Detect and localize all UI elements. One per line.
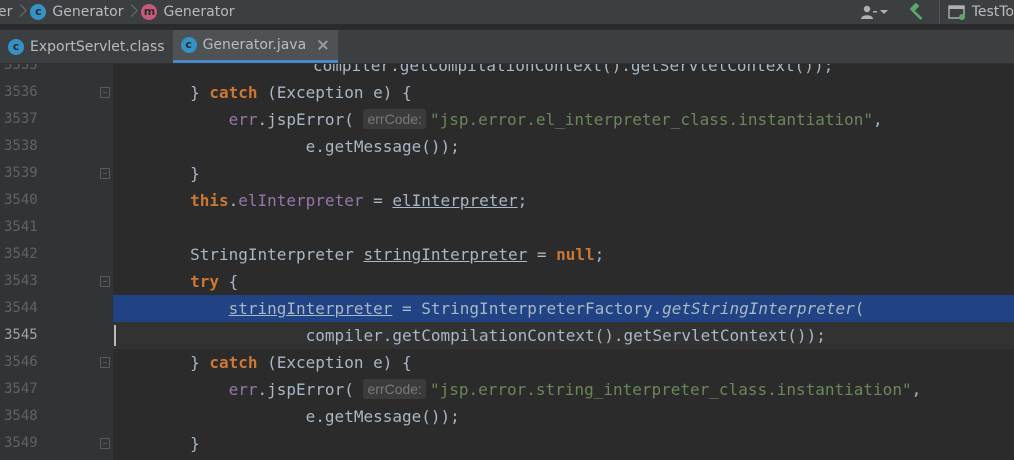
class-icon: c <box>8 38 24 55</box>
chevron-down-icon <box>880 10 889 14</box>
line-number: 3538 <box>4 138 38 154</box>
code-line[interactable]: 3539 } <box>0 160 1014 187</box>
fold-marker-icon[interactable] <box>100 276 110 287</box>
code-line[interactable]: 3538 e.getMessage()); <box>0 133 1014 160</box>
code-text: compiler.getCompilationContext().getServ… <box>113 322 1014 349</box>
breadcrumb-label: Generator <box>52 4 124 20</box>
toolbar-right: TestTo <box>855 0 1014 24</box>
code-line[interactable]: 3547 err.jspError( errCode: "jsp.error.st… <box>0 376 1014 403</box>
code-line-selected[interactable]: 3544 stringInterpreter = StringInterpret… <box>0 295 1014 322</box>
line-number: 3535 <box>4 64 38 73</box>
code-line[interactable]: 3546 } catch (Exception e) { <box>0 349 1014 376</box>
fold-marker-icon[interactable] <box>100 87 110 98</box>
code-text: err.jspError( errCode: "jsp.error.string_… <box>228 379 922 399</box>
line-number: 3539 <box>4 165 38 181</box>
code-editor[interactable]: 3535 compiler.getCompilationContext().ge… <box>0 64 1014 460</box>
line-number: 3540 <box>4 192 38 208</box>
code-text: StringInterpreter stringInterpreter = nu… <box>113 245 605 264</box>
code-text: compiler.getCompilationContext().getServ… <box>313 64 834 75</box>
hammer-icon <box>909 3 923 20</box>
tab-label: ExportServlet.class <box>30 38 165 55</box>
code-text: try { <box>190 272 239 291</box>
breadcrumb-item-method[interactable]: m Generator <box>141 0 235 24</box>
code-line[interactable]: 3542 StringInterpreter stringInterpreter… <box>0 241 1014 268</box>
build-button[interactable] <box>905 0 929 24</box>
code-text: this.elInterpreter = elInterpreter; <box>190 191 528 210</box>
code-line[interactable]: 3537 err.jspError( errCode: "jsp.error.el… <box>0 106 1014 133</box>
code-text: e.getMessage()); <box>113 407 460 426</box>
chevron-right-icon <box>127 0 135 24</box>
code-line[interactable]: 3549 } <box>0 430 1014 457</box>
editor-tab-bar: c ExportServlet.class c Generator.java <box>0 30 1014 64</box>
user-icon <box>861 5 878 19</box>
code-line[interactable]: 3541 <box>0 214 1014 241</box>
line-number: 3549 <box>4 435 38 451</box>
code-line[interactable]: 3536 } catch (Exception e) { <box>0 79 1014 106</box>
line-number: 3543 <box>4 273 38 289</box>
tab-generator-java[interactable]: c Generator.java <box>172 30 339 63</box>
code-line[interactable]: 3548 e.getMessage()); <box>0 403 1014 430</box>
line-number: 3546 <box>4 354 38 370</box>
class-icon: c <box>30 4 47 20</box>
run-configuration-selector[interactable]: TestTo <box>938 0 1014 24</box>
close-icon[interactable] <box>316 38 330 52</box>
line-number: 3544 <box>4 300 38 316</box>
code-line[interactable]: 3535 compiler.getCompilationContext().ge… <box>0 64 1014 79</box>
fold-marker-icon[interactable] <box>100 357 110 368</box>
tab-label: Generator.java <box>202 37 307 53</box>
vcs-user-button[interactable] <box>855 0 895 24</box>
fold-marker-icon[interactable] <box>100 168 110 179</box>
code-text: err.jspError( errCode: "jsp.error.el_inte… <box>228 109 883 129</box>
code-text: } <box>113 434 200 453</box>
line-number: 3537 <box>4 111 38 127</box>
line-number: 3548 <box>4 408 38 424</box>
fold-marker-icon[interactable] <box>100 438 110 449</box>
text-caret <box>114 325 116 346</box>
code-text: } catch (Exception e) { <box>113 83 412 102</box>
parameter-hint: errCode: <box>363 109 426 129</box>
breadcrumb-label: er <box>0 4 13 20</box>
line-number: 3545 <box>4 327 38 343</box>
line-number: 3547 <box>4 381 38 397</box>
method-icon: m <box>141 4 158 20</box>
tab-exportservlet-class[interactable]: c ExportServlet.class <box>0 30 173 63</box>
code-text: stringInterpreter = StringInterpreterFac… <box>113 295 1014 322</box>
class-icon: c <box>180 37 197 53</box>
code-line[interactable]: 3543 try { <box>0 268 1014 295</box>
code-text: } <box>113 164 200 183</box>
code-line-current[interactable]: 3545 compiler.getCompilationContext().ge… <box>0 322 1014 349</box>
breadcrumb-label: Generator <box>163 4 235 20</box>
code-text: e.getMessage()); <box>113 137 460 156</box>
line-number: 3542 <box>4 246 38 262</box>
chevron-right-icon <box>16 0 24 24</box>
line-number: 3536 <box>4 84 38 100</box>
run-config-label: TestTo <box>971 4 1014 20</box>
code-line[interactable]: 3540 this.elInterpreter = elInterpreter; <box>0 187 1014 214</box>
line-number: 3541 <box>4 219 38 235</box>
run-config-icon <box>947 5 965 20</box>
breadcrumb-bar: er c Generator m Generator TestTo <box>0 0 1014 24</box>
breadcrumb-item-class[interactable]: c Generator <box>30 0 123 24</box>
code-text: } catch (Exception e) { <box>113 353 412 372</box>
parameter-hint: errCode: <box>363 379 426 399</box>
breadcrumb-item-package[interactable]: er <box>0 0 12 24</box>
